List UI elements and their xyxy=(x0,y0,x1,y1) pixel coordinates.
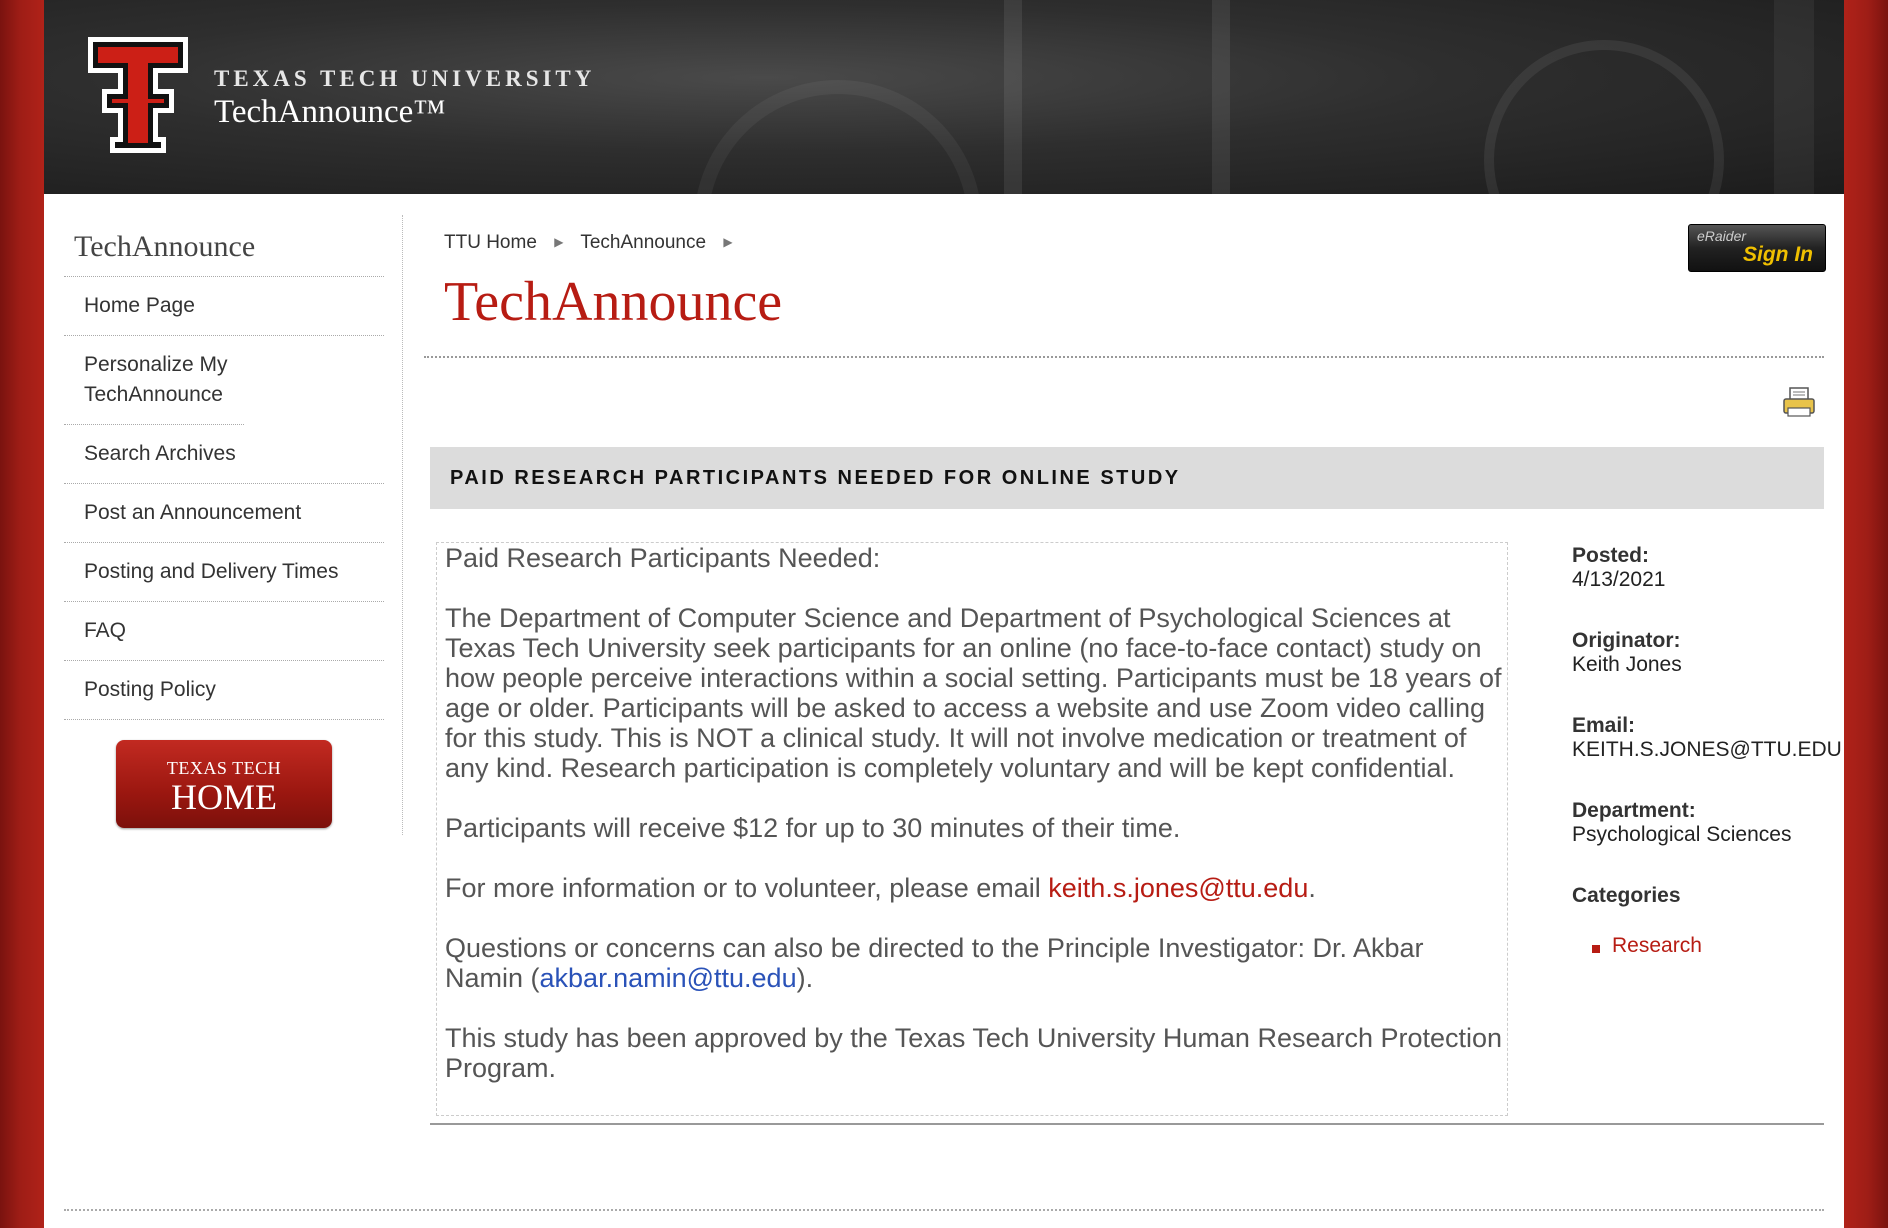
university-name: TEXAS TECH UNIVERSITY xyxy=(214,66,596,91)
announcement-meta: Posted: 4/13/2021 Originator: Keith Jone… xyxy=(1572,544,1842,958)
category-research-link[interactable]: Research xyxy=(1572,934,1832,958)
sidebar-divider xyxy=(402,215,403,835)
triangle-right-icon: ▶ xyxy=(554,235,564,249)
announcement-text: Paid Research Participants Needed: The D… xyxy=(445,543,1505,1113)
text-segment: . xyxy=(1308,873,1316,903)
eraider-label: eRaider xyxy=(1697,228,1747,244)
texas-tech-home-button[interactable]: TEXAS TECH HOME xyxy=(116,740,332,828)
texas-tech-logo[interactable] xyxy=(84,33,192,157)
announcement-bottom-divider xyxy=(430,1123,1824,1125)
announcement-paragraph: This study has been approved by the Texa… xyxy=(445,1023,1503,1083)
breadcrumb: TTU Home ▶ TechAnnounce ▶ xyxy=(444,232,745,254)
header-background-pillar xyxy=(1774,0,1814,194)
eraider-sign-in-button[interactable]: eRaider Sign In xyxy=(1688,224,1826,272)
site-name[interactable]: TechAnnounce™ xyxy=(214,94,446,131)
header-background-ornament xyxy=(1484,40,1724,194)
sidebar-title: TechAnnounce xyxy=(64,230,384,277)
breadcrumb-ttu-home[interactable]: TTU Home xyxy=(444,232,537,253)
posted-label: Posted: xyxy=(1572,544,1650,567)
announcement-title-bar: PAID RESEARCH PARTICIPANTS NEEDED FOR ON… xyxy=(430,447,1824,509)
categories-label: Categories xyxy=(1572,884,1681,907)
announcement-paragraph: Paid Research Participants Needed: xyxy=(445,543,881,573)
department-label: Department: xyxy=(1572,799,1696,822)
home-button-line2: HOME xyxy=(171,777,277,817)
email-value: KEITH.S.JONES@TTU.EDU xyxy=(1572,738,1842,761)
announcement-paragraph: Questions or concerns can also be direct… xyxy=(445,933,1505,993)
breadcrumb-techannounce[interactable]: TechAnnounce xyxy=(580,232,706,253)
contact-email-link[interactable]: keith.s.jones@ttu.edu xyxy=(1048,873,1308,903)
site-header: TEXAS TECH UNIVERSITY TechAnnounce™ xyxy=(44,0,1844,194)
originator-value: Keith Jones xyxy=(1572,653,1682,676)
sidebar: TechAnnounce Home Page Personalize My Te… xyxy=(64,230,384,828)
announcement-paragraph: Participants will receive $12 for up to … xyxy=(445,813,1181,843)
sidebar-item-post-announcement[interactable]: Post an Announcement xyxy=(64,484,384,543)
page-title: TechAnnounce xyxy=(444,271,783,333)
sidebar-item-home-page[interactable]: Home Page xyxy=(64,277,384,336)
email-label: Email: xyxy=(1572,714,1636,737)
sidebar-item-posting-policy[interactable]: Posting Policy xyxy=(64,661,384,720)
posted-date: 4/13/2021 xyxy=(1572,568,1666,591)
announcement-paragraph: The Department of Computer Science and D… xyxy=(445,603,1502,783)
header-background-column xyxy=(1004,0,1230,194)
announcement-paragraph: For more information or to volunteer, pl… xyxy=(445,873,1505,903)
sidebar-item-personalize[interactable]: Personalize My TechAnnounce xyxy=(64,336,244,425)
originator-label: Originator: xyxy=(1572,629,1681,652)
triangle-right-icon: ▶ xyxy=(723,235,733,249)
sidebar-item-search-archives[interactable]: Search Archives xyxy=(64,425,384,484)
pi-email-link[interactable]: akbar.namin@ttu.edu xyxy=(540,963,797,993)
header-background-arch xyxy=(694,80,982,194)
sidebar-item-posting-delivery-times[interactable]: Posting and Delivery Times xyxy=(64,543,384,602)
department-value: Psychological Sciences xyxy=(1572,823,1792,846)
sign-in-label: Sign In xyxy=(1743,243,1813,266)
text-segment: ). xyxy=(796,963,814,993)
footer-divider xyxy=(64,1209,1824,1211)
text-segment: For more information or to volunteer, pl… xyxy=(445,873,1049,903)
print-icon[interactable] xyxy=(1782,386,1816,418)
sidebar-item-faq[interactable]: FAQ xyxy=(64,602,384,661)
page: TEXAS TECH UNIVERSITY TechAnnounce™ Tech… xyxy=(44,0,1844,1228)
announcement-title: PAID RESEARCH PARTICIPANTS NEEDED FOR ON… xyxy=(450,467,1181,489)
announcement-body: Paid Research Participants Needed: The D… xyxy=(436,542,1508,1116)
title-divider xyxy=(424,356,1824,358)
